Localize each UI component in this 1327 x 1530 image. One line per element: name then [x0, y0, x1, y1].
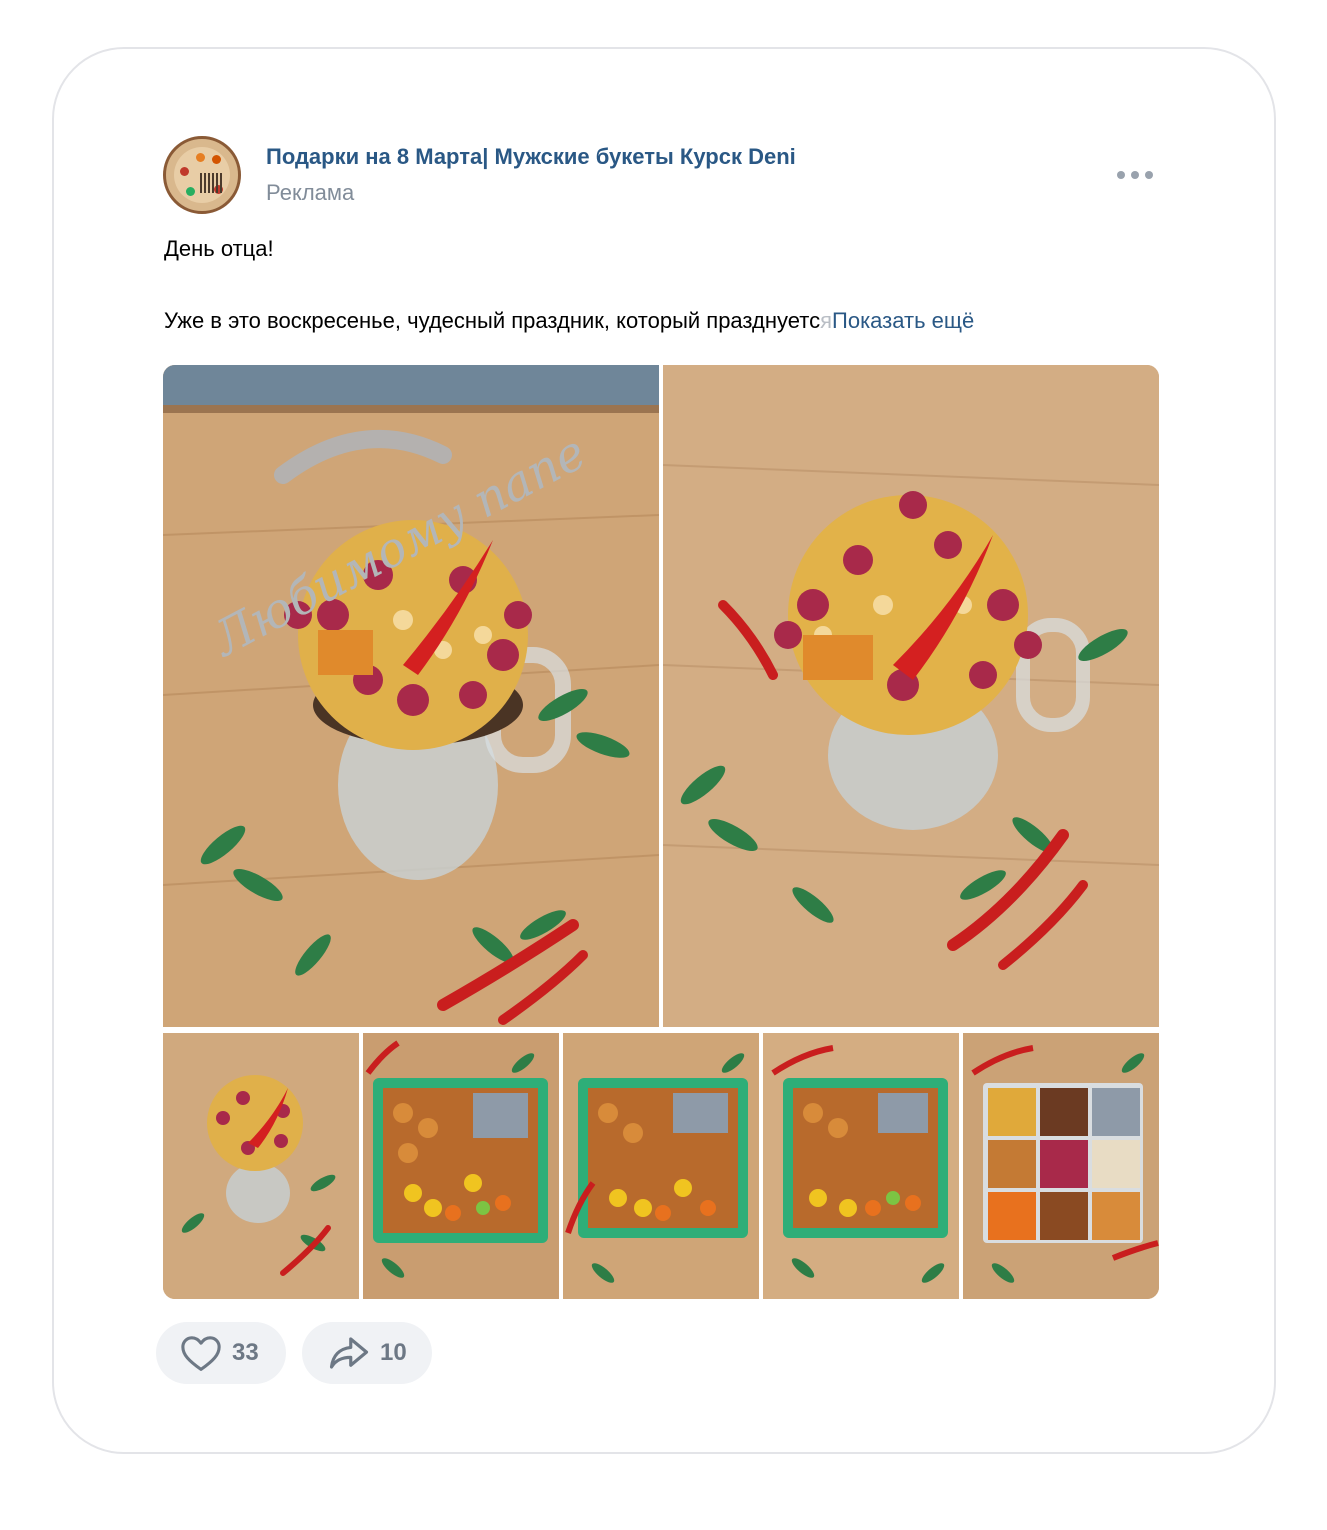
show-more-link[interactable]: Показать ещё: [832, 308, 974, 333]
share-count: 10: [380, 1339, 407, 1366]
share-button[interactable]: 10: [302, 1322, 432, 1384]
more-dots-icon[interactable]: [1117, 162, 1153, 188]
photo-bouquet[interactable]: [663, 365, 1159, 1027]
post-title: День отца!: [164, 236, 274, 261]
photo-bouquet-small[interactable]: [163, 1033, 359, 1299]
share-arrow-icon: [329, 1337, 369, 1369]
author-avatar[interactable]: [163, 136, 241, 214]
post-text-faded: я: [820, 308, 833, 333]
ad-label: Реклама: [266, 180, 355, 205]
photo-snack-box-2[interactable]: [563, 1033, 759, 1299]
like-count: 33: [232, 1339, 259, 1366]
post-text: Уже в это воскресенье, чудесный праздник…: [164, 308, 974, 334]
heart-icon: [181, 1336, 221, 1371]
photo-snack-box-3[interactable]: [763, 1033, 959, 1299]
photo-gallery: Любимому папе: [163, 365, 1159, 1299]
post-header: Подарки на 8 Марта| Мужские букеты Курск…: [163, 136, 1163, 216]
post-text-visible: Уже в это воскресенье, чудесный праздник…: [164, 308, 821, 333]
like-button[interactable]: 33: [156, 1322, 286, 1384]
avatar-logo: [174, 147, 230, 203]
photo-snack-box-1[interactable]: [363, 1033, 559, 1299]
author-name[interactable]: Подарки на 8 Марта| Мужские букеты Курск…: [266, 144, 796, 170]
photo-snack-box-4[interactable]: [963, 1033, 1159, 1299]
photo-bouquet-with-sign[interactable]: Любимому папе: [163, 365, 659, 1027]
